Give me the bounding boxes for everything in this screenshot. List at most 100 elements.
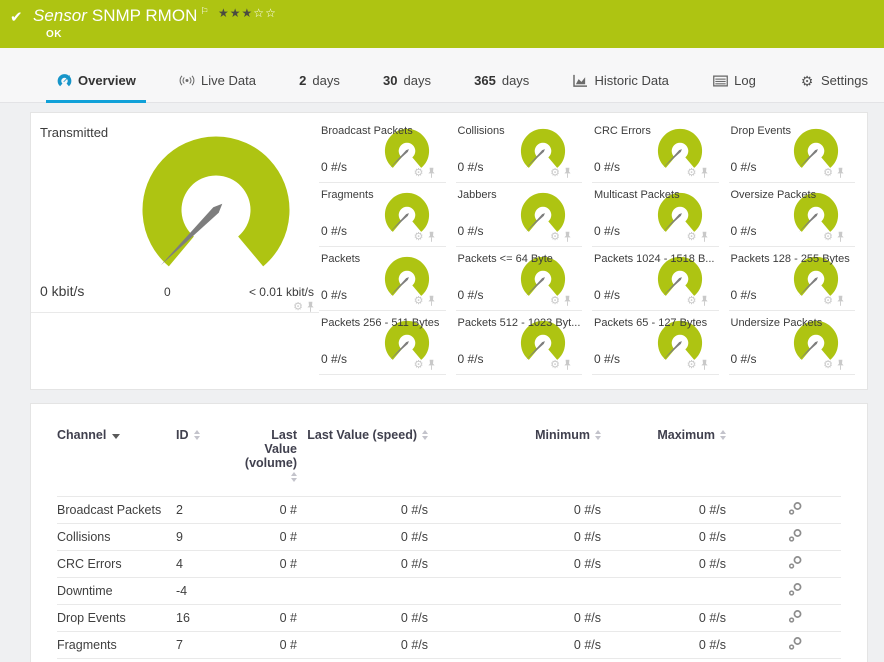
pin-icon[interactable] [427,167,436,179]
tab-days[interactable]: 30 days [373,73,441,103]
gear-icon[interactable]: ⚙ [823,167,833,179]
gauge-actions: ⚙ [823,359,845,371]
gear-icon[interactable]: ⚙ [823,231,833,243]
gear-icon[interactable]: ⚙ [823,295,833,307]
channel-settings-icon[interactable] [788,582,803,597]
star-icon[interactable]: ★ [218,6,230,20]
tab-days[interactable]: 365 days [464,73,539,103]
star-icon[interactable]: ★ [230,6,242,20]
mini-gauge-cell: Undersize Packets 0 #/s ⚙ [728,311,855,375]
rating-stars[interactable]: ★★★☆☆ [218,6,277,20]
gear-icon[interactable]: ⚙ [414,231,424,243]
mini-gauge-label: Packets 1024 - 1518 B... [594,253,715,265]
mini-gauge-value: 0 #/s [321,288,348,302]
sort-desc-icon [112,434,121,439]
channel-settings-icon[interactable] [788,501,803,516]
main-gauge-label: Transmitted [40,125,109,140]
star-icon[interactable]: ☆ [253,6,265,20]
tab-label: days [501,73,530,88]
gear-icon[interactable]: ⚙ [293,301,303,313]
mini-gauge-label: Packets 128 - 255 Bytes [730,253,850,265]
channel-name-cell: Collisions [57,523,176,551]
gear-icon[interactable]: ⚙ [550,295,560,307]
column-minimum[interactable]: Minimum [428,414,601,497]
channel-settings-icon[interactable] [788,555,803,570]
gauge-icon [56,73,72,88]
table-row: Jabbers80 #0 #/s0 #/s0 #/s [57,658,841,662]
column-maximum[interactable]: Maximum [601,414,726,497]
transmitted-gauge-cell: Transmitted 0 < 0.01 kbit/s 0 kbit/s ⚙ [31,113,319,313]
star-icon[interactable]: ★ [242,6,254,20]
tab-label: Overview [78,73,136,88]
pin-icon[interactable] [306,301,315,313]
mini-gauge-label: Oversize Packets [730,189,817,201]
priority-flag-icon[interactable]: ⚐ [200,6,208,16]
table-row: Fragments 7 0 #0 #/s 0 #/s 0 #/s [57,631,841,659]
tab-settings[interactable]: ⚙ Settings [789,73,878,103]
channel-settings-icon[interactable] [788,636,803,651]
pin-icon[interactable] [836,167,845,179]
pin-icon[interactable] [700,359,709,371]
column-id[interactable]: ID [176,414,237,497]
column-last-value-speed[interactable]: Last Value (speed) [297,414,428,497]
tab-log[interactable]: Log [702,73,766,103]
pin-icon[interactable] [563,295,572,307]
mini-gauge-cell: Packets 128 - 255 Bytes 0 #/s ⚙ [728,247,855,311]
channel-settings-icon[interactable] [788,609,803,624]
mini-gauge-value: 0 #/s [321,352,348,366]
tab-overview[interactable]: Overview [46,73,146,103]
sort-icon [193,430,200,440]
pin-icon[interactable] [836,231,845,243]
pin-icon[interactable] [427,231,436,243]
gear-icon[interactable]: ⚙ [687,295,697,307]
minimum-cell: 0 #/s [428,658,601,662]
pin-icon[interactable] [700,231,709,243]
gauge-actions: ⚙ [550,295,572,307]
column-actions [726,414,841,497]
channel-settings-icon[interactable] [788,528,803,543]
pin-icon[interactable] [700,295,709,307]
gear-icon[interactable]: ⚙ [550,359,560,371]
star-icon[interactable]: ☆ [265,6,277,20]
last-value-speed-cell: 0 #/s [297,658,428,662]
mini-gauge-cell: CRC Errors 0 #/s ⚙ [592,119,719,183]
tab-historic-data[interactable]: Historic Data [563,73,679,103]
tab-label: days [312,73,340,88]
gear-icon[interactable]: ⚙ [550,231,560,243]
column-last-value-volume[interactable]: Last Value (volume) [237,414,297,497]
mini-gauge-cell: Drop Events 0 #/s ⚙ [728,119,855,183]
pin-icon[interactable] [563,359,572,371]
mini-gauge-value: 0 #/s [457,224,484,238]
tab-label: Log [734,73,756,88]
last-value-speed-cell: 0 #/s [297,550,428,578]
tab-live-data[interactable]: Live Data [169,73,266,103]
pin-icon[interactable] [563,231,572,243]
channel-name-cell: Broadcast Packets [57,496,176,524]
gear-icon[interactable]: ⚙ [414,295,424,307]
overview-gauges-panel: Transmitted 0 < 0.01 kbit/s 0 kbit/s ⚙ B… [30,112,868,390]
gear-icon[interactable]: ⚙ [550,167,560,179]
channel-id-cell: 8 [176,658,237,662]
pin-icon[interactable] [427,295,436,307]
mini-gauge-cell: Packets 256 - 511 Bytes 0 #/s ⚙ [319,311,446,375]
minimum-cell [428,577,601,605]
gear-icon[interactable]: ⚙ [823,359,833,371]
historic-chart-icon [573,74,589,88]
column-channel[interactable]: Channel [57,414,176,497]
table-row: Collisions 9 0 #0 #/s 0 #/s 0 #/s [57,523,841,551]
gear-icon[interactable]: ⚙ [687,231,697,243]
mini-gauge-value: 0 #/s [457,352,484,366]
gear-icon[interactable]: ⚙ [414,167,424,179]
pin-icon[interactable] [427,359,436,371]
gear-icon[interactable]: ⚙ [414,359,424,371]
tab-days[interactable]: 2 days [289,73,350,103]
channel-actions-cell [726,658,841,662]
pin-icon[interactable] [563,167,572,179]
status-badge: OK [46,29,62,40]
pin-icon[interactable] [836,359,845,371]
pin-icon[interactable] [700,167,709,179]
gear-icon[interactable]: ⚙ [687,167,697,179]
gear-icon[interactable]: ⚙ [687,359,697,371]
last-value-speed-cell: 0 #/s [297,523,428,551]
pin-icon[interactable] [836,295,845,307]
